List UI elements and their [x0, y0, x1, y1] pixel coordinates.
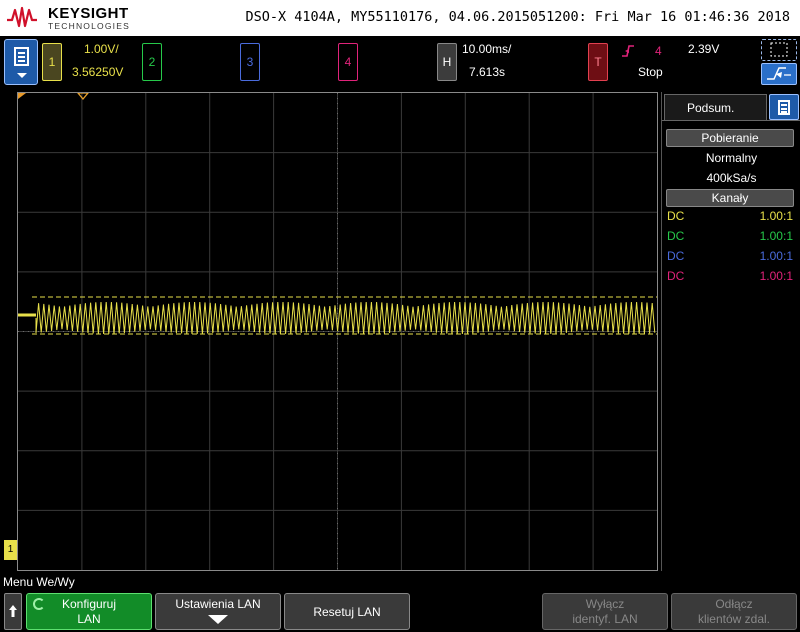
reset-lan-button[interactable]: Resetuj LAN: [284, 593, 410, 630]
document-icon: [14, 47, 29, 66]
oscilloscope-screen: KEYSIGHT TECHNOLOGIES DSO-X 4104A, MY551…: [0, 0, 800, 632]
channel-2-button[interactable]: 2: [142, 43, 162, 81]
sample-rate: 400kSa/s: [706, 171, 757, 185]
disable-lan-id-button[interactable]: Wyłącz identyf. LAN: [542, 593, 668, 630]
lan-settings-label: Ustawienia LAN: [175, 597, 261, 611]
delay-value: 7.613s: [469, 65, 506, 79]
coupling-label: DC: [667, 209, 685, 223]
menu-up-button[interactable]: [4, 593, 22, 630]
waveform-display[interactable]: [17, 92, 658, 571]
channel-row: DC 1.00:1: [667, 229, 793, 245]
probe-ratio: 1.00:1: [759, 229, 793, 243]
rotate-icon: [33, 598, 45, 610]
instrument-title: DSO-X 4104A, MY55110176, 04.06.201505120…: [245, 9, 790, 25]
disable-lan-id-label-2: identyf. LAN: [572, 612, 638, 626]
rising-edge-icon: [622, 45, 634, 57]
disable-lan-id-label-1: Wyłącz: [585, 597, 625, 611]
document-icon: [778, 100, 790, 115]
touch-trigger-button[interactable]: [761, 63, 797, 85]
arrow-up-icon: [9, 605, 17, 617]
trigger-level: 2.39V: [688, 42, 720, 56]
disconnect-clients-button[interactable]: Odłącz klientów zdal.: [671, 593, 797, 630]
channel-row: DC 1.00:1: [667, 249, 793, 265]
run-state: Stop: [638, 65, 663, 79]
coupling-label: DC: [667, 249, 685, 263]
lan-settings-button[interactable]: Ustawienia LAN: [155, 593, 281, 630]
coupling-label: DC: [667, 229, 685, 243]
keysight-wave-icon: [7, 6, 37, 28]
delay-marker-icon: [77, 93, 89, 101]
trigger-button[interactable]: T: [588, 43, 608, 81]
menu-title: Menu We/Wy: [3, 575, 75, 589]
channel-1-scale: 1.00V/: [84, 42, 119, 56]
channel-3-button[interactable]: 3: [240, 43, 260, 81]
configure-lan-label-1: Konfiguruj: [61, 597, 117, 611]
trigger-source: 4: [655, 44, 662, 58]
title-bar: KEYSIGHT TECHNOLOGIES DSO-X 4104A, MY551…: [0, 0, 800, 36]
chevron-down-icon: [208, 615, 228, 624]
probe-ratio: 1.00:1: [759, 209, 793, 223]
status-bar: 1 1.00V/ 3.56250V 2 3 4 H 10.00ms/ 7.613…: [0, 36, 800, 90]
channel-1-button[interactable]: 1: [42, 43, 62, 81]
channels-header: Kanały: [666, 189, 794, 207]
summary-panel: Pobieranie Normalny 400kSa/s Kanały DC 1.…: [662, 120, 800, 571]
edge-arrow-icon: [767, 67, 791, 80]
side-panel: Podsum. Pobieranie Normalny 400kSa/s Kan…: [661, 92, 800, 571]
chevron-down-icon: [17, 73, 27, 78]
timebase-value: 10.00ms/: [462, 42, 512, 56]
main-menu-button[interactable]: [4, 39, 38, 85]
coupling-label: DC: [667, 269, 685, 283]
horizontal-button[interactable]: H: [437, 43, 457, 81]
side-menu-button[interactable]: [769, 94, 799, 120]
waveform-channel-1: [35, 301, 656, 335]
channel-1-ground-marker[interactable]: 1: [4, 540, 17, 560]
channel-4-button[interactable]: 4: [338, 43, 358, 81]
trigger-point-marker: [18, 93, 26, 99]
brand-name: KEYSIGHT: [48, 5, 129, 22]
brand-subtitle: TECHNOLOGIES: [48, 21, 130, 31]
channel-row: DC 1.00:1: [667, 269, 793, 285]
channel-1-offset: 3.56250V: [72, 65, 124, 79]
keysight-logo: KEYSIGHT TECHNOLOGIES: [6, 4, 136, 32]
dashed-box-icon: [770, 42, 788, 57]
channel-row: DC 1.00:1: [667, 209, 793, 225]
graticule: [18, 93, 657, 570]
disconnect-clients-label-2: klientów zdal.: [697, 612, 771, 626]
zoom-area-button[interactable]: [761, 39, 797, 61]
disconnect-clients-label-1: Odłącz: [715, 597, 753, 611]
probe-ratio: 1.00:1: [759, 249, 793, 263]
configure-lan-button[interactable]: Konfiguruj LAN: [26, 593, 152, 630]
configure-lan-label-2: LAN: [77, 612, 101, 626]
acquisition-header: Pobieranie: [666, 129, 794, 147]
tab-summary[interactable]: Podsum.: [664, 94, 767, 120]
acquisition-mode: Normalny: [705, 151, 758, 165]
probe-ratio: 1.00:1: [759, 269, 793, 283]
